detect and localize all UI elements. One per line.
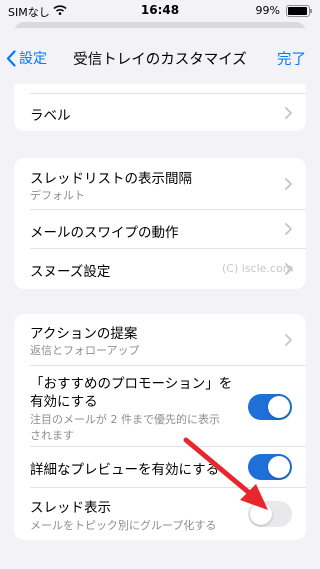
annotation-arrow-icon	[183, 437, 268, 510]
